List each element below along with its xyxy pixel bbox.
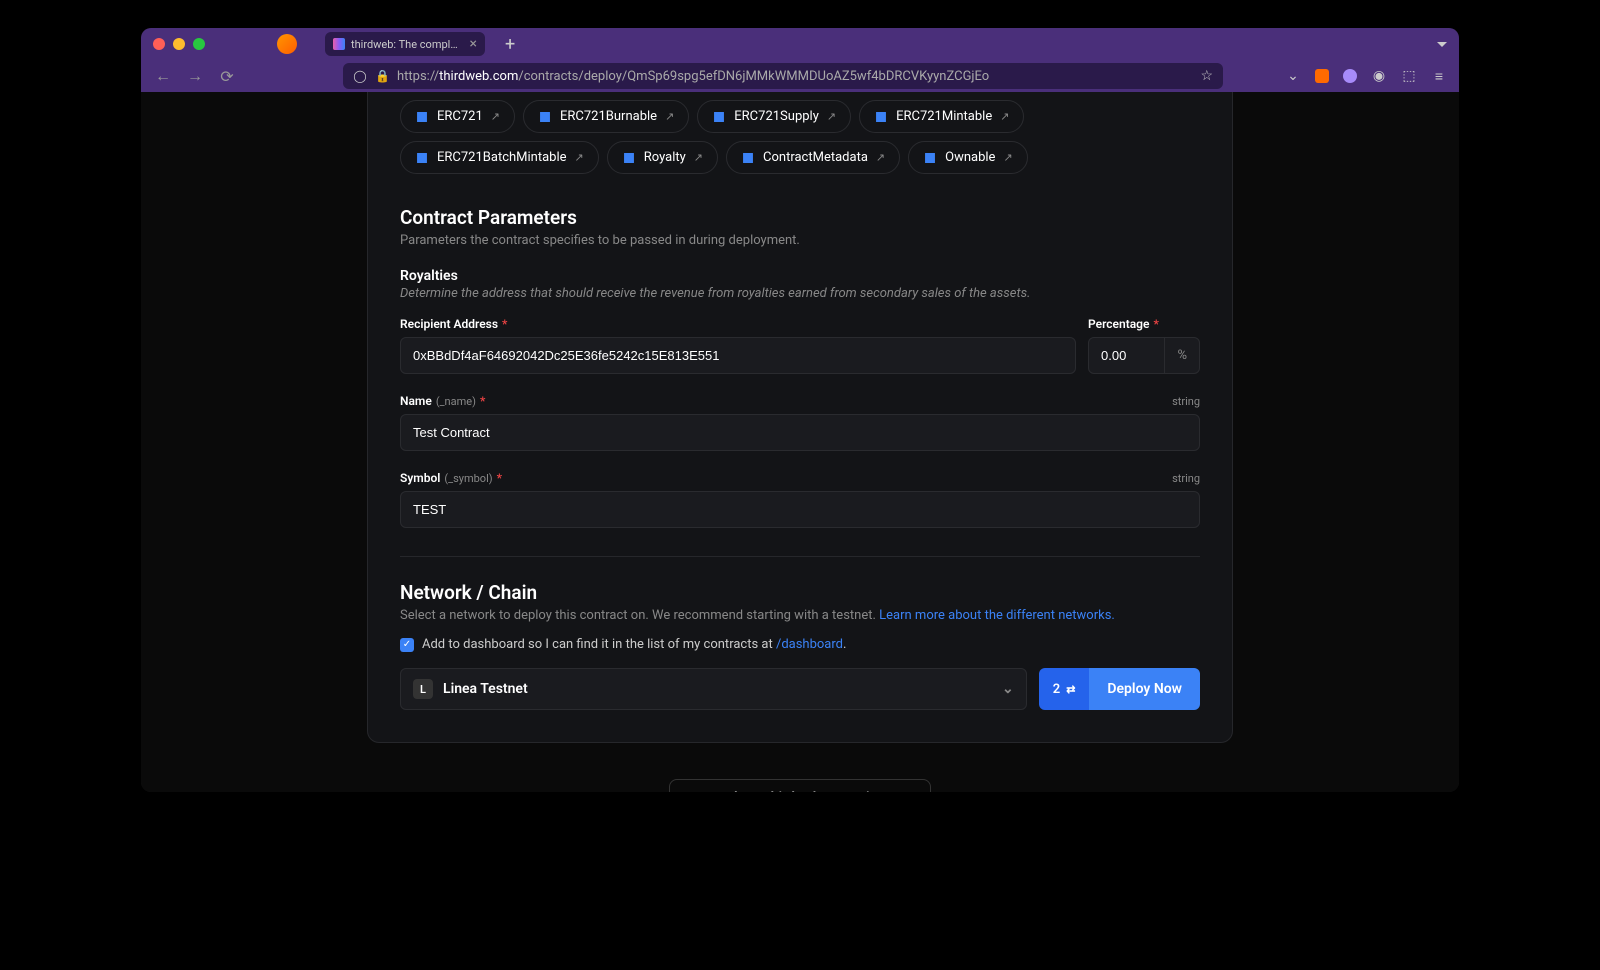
chip-ownable[interactable]: Ownable↗: [908, 141, 1028, 174]
network-select[interactable]: L Linea Testnet ⌄: [400, 668, 1027, 710]
deploy-card: ERC721↗ ERC721Burnable↗ ERC721Supply↗ ER…: [367, 92, 1233, 743]
chip-erc721mintable[interactable]: ERC721Mintable↗: [859, 100, 1024, 133]
chip-erc721batchmintable[interactable]: ERC721BatchMintable↗: [400, 141, 599, 174]
external-link-icon: ↗: [876, 151, 885, 164]
new-tab-button[interactable]: +: [505, 34, 515, 55]
lock-icon: 🔒: [375, 69, 389, 83]
symbol-section: Symbol(_symbol)*string: [400, 471, 1200, 528]
external-link-icon: ↗: [827, 110, 836, 123]
linea-icon: L: [413, 679, 433, 699]
close-tab-button[interactable]: ×: [470, 37, 477, 51]
deploy-tx-count: 2⇄: [1039, 668, 1090, 710]
maximize-window-button[interactable]: [193, 38, 205, 50]
royalties-section: Royalties Determine the address that sho…: [400, 268, 1200, 374]
toolbar-icons: ⌄ ◉ ⬚ ≡: [1285, 68, 1447, 84]
recipient-address-input[interactable]: [400, 337, 1076, 374]
percentage-field: Percentage* %: [1088, 317, 1200, 374]
symbol-input[interactable]: [400, 491, 1200, 528]
external-link-icon: ↗: [491, 110, 500, 123]
page-content: ERC721↗ ERC721Burnable↗ ERC721Supply↗ ER…: [141, 92, 1459, 792]
diamond-icon: [709, 107, 729, 127]
chip-contractmetadata[interactable]: ContractMetadata↗: [726, 141, 900, 174]
diamond-icon: [738, 148, 758, 168]
firefox-icon: [277, 34, 297, 54]
browser-window: thirdweb: The complete web3 d × + ← → ⟳ …: [141, 28, 1459, 792]
learn-extensions-button[interactable]: Learn about thirdweb extensions ↗: [669, 779, 932, 792]
chip-erc721supply[interactable]: ERC721Supply↗: [697, 100, 851, 133]
chevron-down-icon: ⌄: [1002, 681, 1014, 697]
chip-erc721[interactable]: ERC721↗: [400, 100, 515, 133]
chip-royalty[interactable]: Royalty↗: [607, 141, 718, 174]
percent-addon: %: [1165, 337, 1200, 374]
title-bar: thirdweb: The complete web3 d × +: [141, 28, 1459, 60]
extension-icon[interactable]: [1343, 69, 1357, 83]
extension-chips: ERC721↗ ERC721Burnable↗ ERC721Supply↗ ER…: [400, 92, 1200, 174]
url-bar[interactable]: ◯ 🔒 https://thirdweb.com/contracts/deplo…: [343, 63, 1223, 89]
percentage-input[interactable]: [1088, 337, 1165, 374]
diamond-icon: [920, 148, 940, 168]
menu-icon[interactable]: ≡: [1431, 68, 1447, 84]
url-bar-container: ← → ⟳ ◯ 🔒 https://thirdweb.com/contracts…: [141, 60, 1459, 92]
tab-title: thirdweb: The complete web3 d: [351, 38, 464, 51]
deploy-button[interactable]: 2⇄ Deploy Now: [1039, 668, 1200, 710]
dashboard-checkbox[interactable]: ✓: [400, 638, 414, 652]
metamask-icon[interactable]: [1315, 69, 1329, 83]
name-section: Name(_name)*string: [400, 394, 1200, 451]
royalties-title: Royalties: [400, 268, 1200, 284]
reload-button[interactable]: ⟳: [217, 67, 237, 86]
external-link-icon: ↗: [694, 151, 703, 164]
contract-params-section: Contract Parameters Parameters the contr…: [400, 206, 1200, 528]
networks-link[interactable]: Learn more about the different networks.: [879, 608, 1115, 623]
section-subtitle: Parameters the contract specifies to be …: [400, 233, 1200, 248]
divider: [400, 556, 1200, 557]
network-title: Network / Chain: [400, 581, 1200, 604]
network-desc: Select a network to deploy this contract…: [400, 608, 1200, 623]
external-link-icon: ↗: [575, 151, 584, 164]
dashboard-checkbox-row[interactable]: ✓ Add to dashboard so I can find it in t…: [400, 637, 1200, 652]
diamond-icon: [412, 148, 432, 168]
extensions-icon[interactable]: ⬚: [1401, 68, 1417, 84]
dashboard-link[interactable]: /dashboard: [776, 637, 843, 652]
swap-icon: ⇄: [1066, 683, 1075, 696]
thirdweb-favicon-icon: [333, 38, 345, 50]
url-text: https://thirdweb.com/contracts/deploy/Qm…: [397, 69, 1192, 84]
diamond-icon: [871, 107, 891, 127]
royalties-desc: Determine the address that should receiv…: [400, 286, 1200, 301]
bookmark-icon[interactable]: ☆: [1200, 68, 1213, 84]
network-select-value: Linea Testnet: [443, 681, 528, 697]
browser-tab[interactable]: thirdweb: The complete web3 d ×: [325, 32, 485, 56]
pocket-icon[interactable]: ⌄: [1285, 68, 1301, 84]
deploy-now-label: Deploy Now: [1089, 668, 1200, 710]
name-input[interactable]: [400, 414, 1200, 451]
section-title: Contract Parameters: [400, 206, 1200, 229]
shield-icon: ◯: [353, 69, 367, 83]
back-button[interactable]: ←: [153, 66, 173, 86]
external-link-icon: ↗: [1003, 151, 1012, 164]
network-section: Network / Chain Select a network to depl…: [400, 581, 1200, 710]
chevron-down-icon: [1437, 42, 1447, 47]
chip-erc721burnable[interactable]: ERC721Burnable↗: [523, 100, 689, 133]
diamond-icon: [412, 107, 432, 127]
recipient-field: Recipient Address*: [400, 317, 1076, 374]
minimize-window-button[interactable]: [173, 38, 185, 50]
tabs-dropdown-button[interactable]: [1437, 42, 1447, 47]
external-link-icon: ↗: [901, 790, 913, 792]
forward-button[interactable]: →: [185, 66, 205, 86]
close-window-button[interactable]: [153, 38, 165, 50]
external-link-icon: ↗: [665, 110, 674, 123]
diamond-icon: [535, 107, 555, 127]
account-icon[interactable]: ◉: [1371, 68, 1387, 84]
diamond-icon: [619, 148, 639, 168]
traffic-lights: [153, 38, 205, 50]
external-link-icon: ↗: [1000, 110, 1009, 123]
